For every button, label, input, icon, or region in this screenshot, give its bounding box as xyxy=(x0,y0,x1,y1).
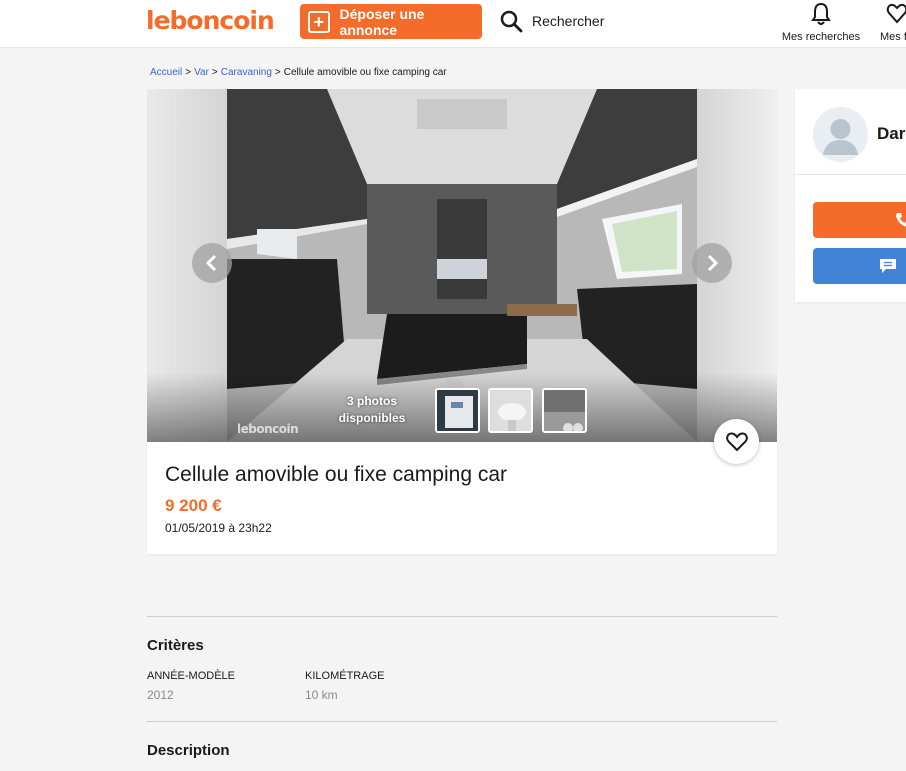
ad-summary-card: Cellule amovible ou fixe camping car 9 2… xyxy=(147,442,777,554)
thumbnail-image xyxy=(544,390,585,431)
photo-count: 3 photos disponibles xyxy=(327,393,417,427)
previous-photo-button[interactable] xyxy=(192,243,232,283)
divider xyxy=(147,616,777,617)
chevron-right-icon xyxy=(707,254,719,272)
search-icon xyxy=(500,10,523,33)
bell-icon xyxy=(811,2,831,25)
seller-panel: Dar xyxy=(795,89,906,302)
saved-searches-label: Mes recherches xyxy=(781,31,861,43)
avatar[interactable] xyxy=(813,107,868,162)
ad-price: 9 200 € xyxy=(165,496,222,515)
message-button[interactable] xyxy=(813,248,906,284)
criterion-value: 2012 xyxy=(147,688,174,702)
breadcrumb-region[interactable]: Var xyxy=(194,67,209,78)
phone-icon xyxy=(896,213,906,227)
description-heading: Description xyxy=(147,742,230,759)
leboncoin-logo[interactable]: leboncoin xyxy=(146,6,275,35)
seller-name[interactable]: Dar xyxy=(877,124,905,144)
user-avatar-icon xyxy=(813,107,868,162)
criteria-heading: Critères xyxy=(147,637,204,654)
photo-thumbnail[interactable] xyxy=(488,388,533,433)
heart-icon xyxy=(725,431,748,451)
plus-icon: + xyxy=(308,10,330,33)
thumbnail-image xyxy=(490,390,531,431)
breadcrumb-category[interactable]: Caravaning xyxy=(221,67,272,78)
ad-date: 01/05/2019 à 23h22 xyxy=(165,521,272,535)
breadcrumb-home[interactable]: Accueil xyxy=(150,67,182,78)
photo-count-number: 3 photos xyxy=(347,394,397,408)
search-label: Rechercher xyxy=(532,13,605,29)
photo-thumbnail[interactable] xyxy=(542,388,587,433)
favorites-label: Mes f xyxy=(880,31,906,43)
favorite-button[interactable] xyxy=(714,419,759,464)
divider xyxy=(147,721,777,722)
heart-icon xyxy=(886,3,906,24)
criterion-value: 10 km xyxy=(305,688,338,702)
breadcrumb: Accueil > Var > Caravaning > Cellule amovible … xyxy=(150,67,447,78)
criterion-mileage: Kilométrage 10 km xyxy=(305,670,384,702)
photo-count-text: disponibles xyxy=(338,411,406,425)
breadcrumb-current: Cellule amovible ou fixe camping car xyxy=(283,67,447,78)
divider xyxy=(795,174,906,175)
message-icon xyxy=(880,259,896,273)
top-header: leboncoin + Déposer une annonce Recherch… xyxy=(0,0,906,48)
chevron-left-icon xyxy=(205,254,217,272)
saved-searches-link[interactable]: Mes recherches xyxy=(781,0,861,43)
criterion-label: Année-modèle xyxy=(147,670,236,682)
favorites-link[interactable]: Mes f xyxy=(880,0,906,43)
post-ad-label: Déposer une annonce xyxy=(339,5,425,38)
post-ad-button[interactable]: + Déposer une annonce xyxy=(300,4,482,39)
search-link[interactable]: Rechercher xyxy=(499,9,604,33)
watermark: leboncoin xyxy=(237,422,299,436)
criterion-label: Kilométrage xyxy=(305,670,385,682)
photo-thumbnail[interactable] xyxy=(435,388,480,433)
thumbnail-image xyxy=(437,390,478,431)
criterion-year: Année-modèle 2012 xyxy=(147,670,235,702)
next-photo-button[interactable] xyxy=(692,243,732,283)
photo-gallery: 3 photos disponibles leboncoin xyxy=(147,89,777,442)
ad-title: Cellule amovible ou fixe camping car xyxy=(165,463,507,486)
call-button[interactable] xyxy=(813,202,906,238)
